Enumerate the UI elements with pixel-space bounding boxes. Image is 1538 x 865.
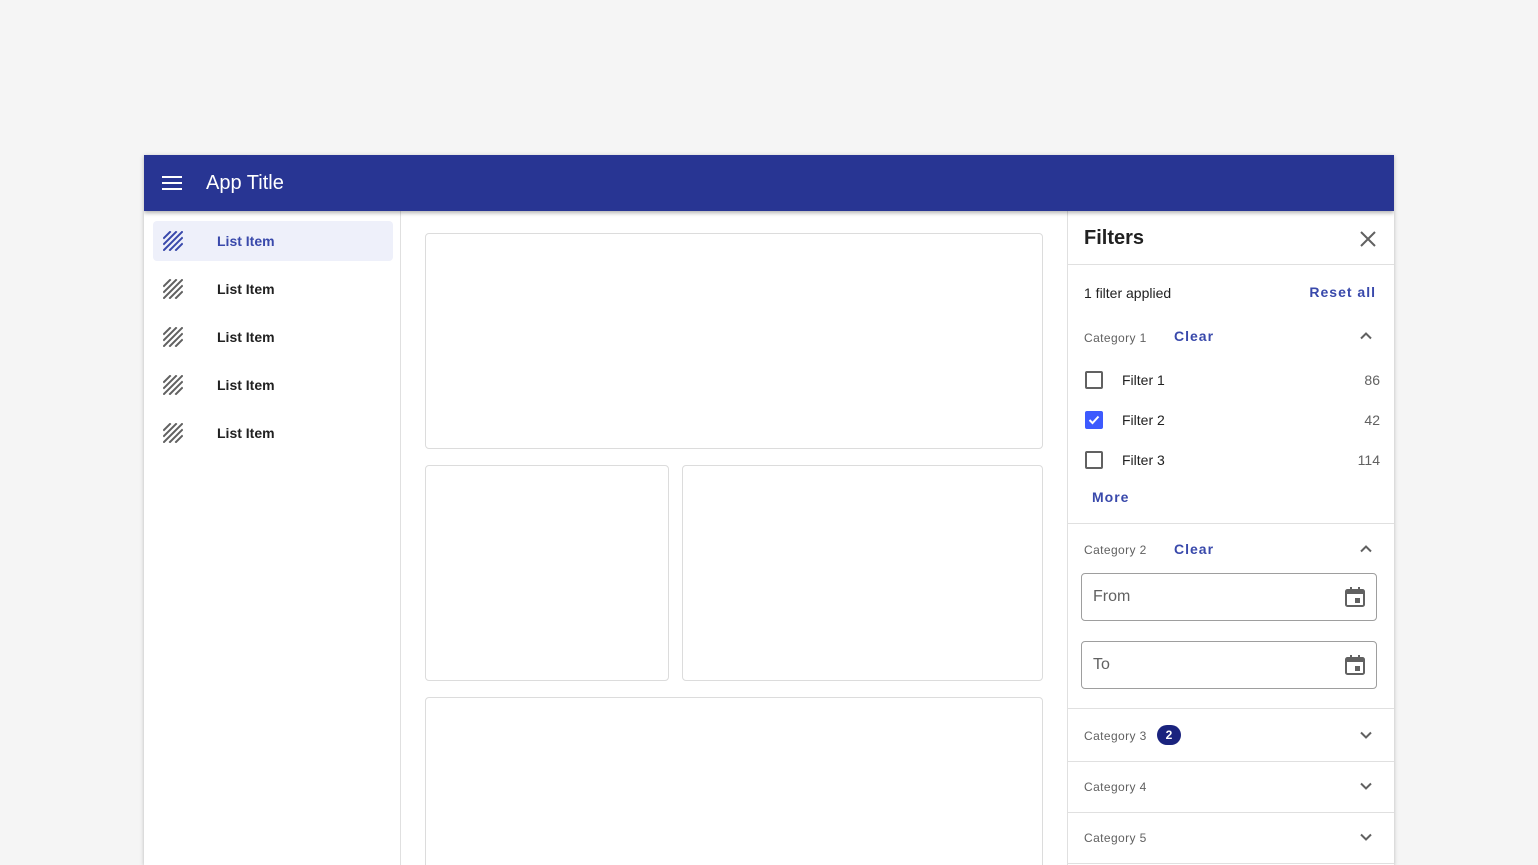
filter-1-checkbox[interactable] xyxy=(1085,371,1103,389)
sidebar-item-label: List Item xyxy=(217,329,275,345)
filters-panel: Filters 1 filter applied Reset all Categ… xyxy=(1067,211,1394,865)
divider xyxy=(1068,761,1394,762)
sidebar-item-5[interactable]: List Item xyxy=(153,413,393,453)
filter-3-checkbox[interactable] xyxy=(1085,451,1103,469)
filter-2-count: 42 xyxy=(1364,412,1380,428)
hatched-placeholder-icon xyxy=(163,279,183,299)
category-5-label: Category 5 xyxy=(1084,831,1147,845)
sidebar-item-2[interactable]: List Item xyxy=(153,269,393,309)
sidebar-item-1[interactable]: List Item xyxy=(153,221,393,261)
content-card-right xyxy=(682,465,1043,681)
menu-icon xyxy=(162,176,182,190)
from-date-field[interactable] xyxy=(1081,573,1377,621)
hatched-placeholder-icon xyxy=(163,327,183,347)
category-2-clear-button[interactable]: Clear xyxy=(1174,541,1214,557)
from-date-input[interactable] xyxy=(1093,586,1333,608)
content-card-bottom xyxy=(425,697,1043,865)
filter-3-label: Filter 3 xyxy=(1122,452,1165,468)
sidebar: List Item List Item List Item List Item … xyxy=(144,211,401,865)
hatched-placeholder-icon xyxy=(163,375,183,395)
filter-2-label: Filter 2 xyxy=(1122,412,1165,428)
hatched-placeholder-icon xyxy=(163,423,183,443)
sidebar-item-3[interactable]: List Item xyxy=(153,317,393,357)
category-4-label: Category 4 xyxy=(1084,780,1147,794)
calendar-icon[interactable] xyxy=(1344,586,1366,608)
category-1-clear-button[interactable]: Clear xyxy=(1174,328,1214,344)
divider xyxy=(1068,708,1394,709)
divider xyxy=(1068,863,1394,864)
filter-3-count: 114 xyxy=(1357,452,1380,468)
app-window: App Title List Item List Item List Item … xyxy=(144,155,1394,865)
close-icon[interactable] xyxy=(1356,227,1380,251)
category-3-badge: 2 xyxy=(1157,725,1181,745)
app-title: App Title xyxy=(206,172,284,194)
filters-header: Filters xyxy=(1068,211,1394,265)
calendar-icon[interactable] xyxy=(1344,654,1366,676)
reset-all-button[interactable]: Reset all xyxy=(1309,283,1376,301)
chevron-up-icon[interactable] xyxy=(1356,326,1376,346)
filter-1-label: Filter 1 xyxy=(1122,372,1165,388)
category-2-label: Category 2 xyxy=(1084,543,1147,557)
applied-filters-count: 1 filter applied xyxy=(1084,285,1172,301)
divider xyxy=(1068,523,1394,524)
chevron-down-icon[interactable] xyxy=(1356,725,1376,745)
sidebar-item-4[interactable]: List Item xyxy=(153,365,393,405)
divider xyxy=(1068,812,1394,813)
more-filters-button[interactable]: More xyxy=(1092,489,1129,505)
chevron-down-icon[interactable] xyxy=(1356,827,1376,847)
content-card-top xyxy=(425,233,1043,449)
sidebar-item-label: List Item xyxy=(217,377,275,393)
hatched-placeholder-icon xyxy=(163,231,183,251)
checkmark-icon xyxy=(1088,415,1100,425)
filter-1-count: 86 xyxy=(1364,372,1380,388)
filters-title: Filters xyxy=(1084,227,1145,249)
chevron-up-icon[interactable] xyxy=(1356,539,1376,559)
chevron-down-icon[interactable] xyxy=(1356,776,1376,796)
sidebar-item-label: List Item xyxy=(217,425,275,441)
sidebar-item-label: List Item xyxy=(217,233,275,249)
filter-2-checkbox[interactable] xyxy=(1085,411,1103,429)
to-date-field[interactable] xyxy=(1081,641,1377,689)
category-3-label: Category 3 xyxy=(1084,729,1147,743)
content-card-left xyxy=(425,465,669,681)
menu-button[interactable] xyxy=(156,167,188,199)
app-bar: App Title xyxy=(144,155,1394,211)
to-date-input[interactable] xyxy=(1093,654,1333,676)
category-1-label: Category 1 xyxy=(1084,331,1147,345)
sidebar-item-label: List Item xyxy=(217,281,275,297)
